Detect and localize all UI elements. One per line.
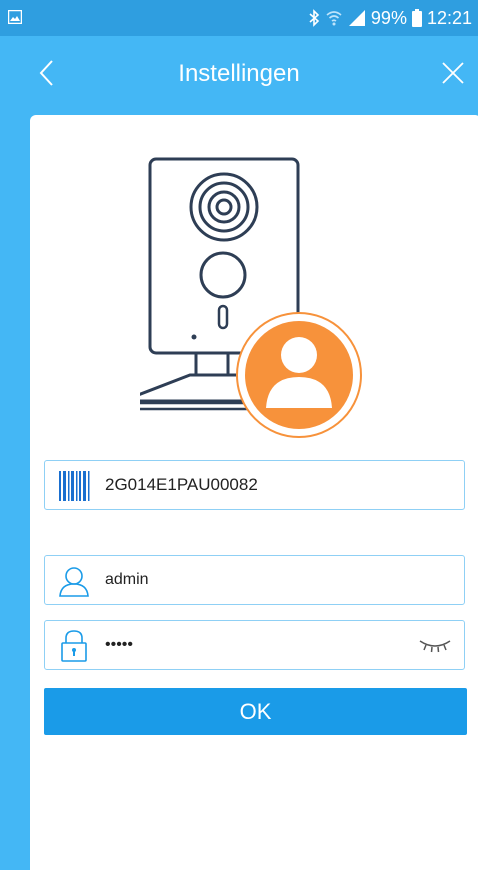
bluetooth-icon bbox=[309, 9, 320, 27]
signal-icon bbox=[348, 10, 365, 26]
username-input[interactable] bbox=[105, 556, 405, 604]
close-icon[interactable] bbox=[440, 60, 466, 86]
eye-closed-icon[interactable] bbox=[418, 637, 452, 655]
serial-input[interactable] bbox=[105, 461, 405, 509]
ok-button[interactable]: OK bbox=[44, 688, 467, 735]
app-screen: 99% 12:21 Instellingen 2G014E1PAU00082 a… bbox=[0, 0, 481, 875]
battery-icon bbox=[411, 9, 422, 27]
user-icon bbox=[59, 567, 89, 597]
settings-card: OK bbox=[30, 115, 481, 875]
barcode-icon bbox=[59, 471, 90, 501]
camera-user-illustration bbox=[140, 157, 362, 438]
status-icons: 99% 12:21 bbox=[308, 7, 472, 29]
status-bar: 99% 12:21 bbox=[0, 0, 478, 36]
page-title: Instellingen bbox=[178, 60, 300, 87]
title-bar: Instellingen bbox=[0, 36, 478, 116]
username-field bbox=[44, 555, 465, 605]
password-input[interactable] bbox=[105, 621, 405, 669]
lock-icon bbox=[61, 630, 87, 662]
serial-field bbox=[44, 460, 465, 510]
battery-percent: 99% bbox=[370, 7, 407, 28]
wifi-icon bbox=[326, 11, 342, 26]
password-field bbox=[44, 620, 465, 670]
gallery-icon bbox=[8, 10, 22, 24]
status-time: 12:21 bbox=[426, 7, 472, 28]
